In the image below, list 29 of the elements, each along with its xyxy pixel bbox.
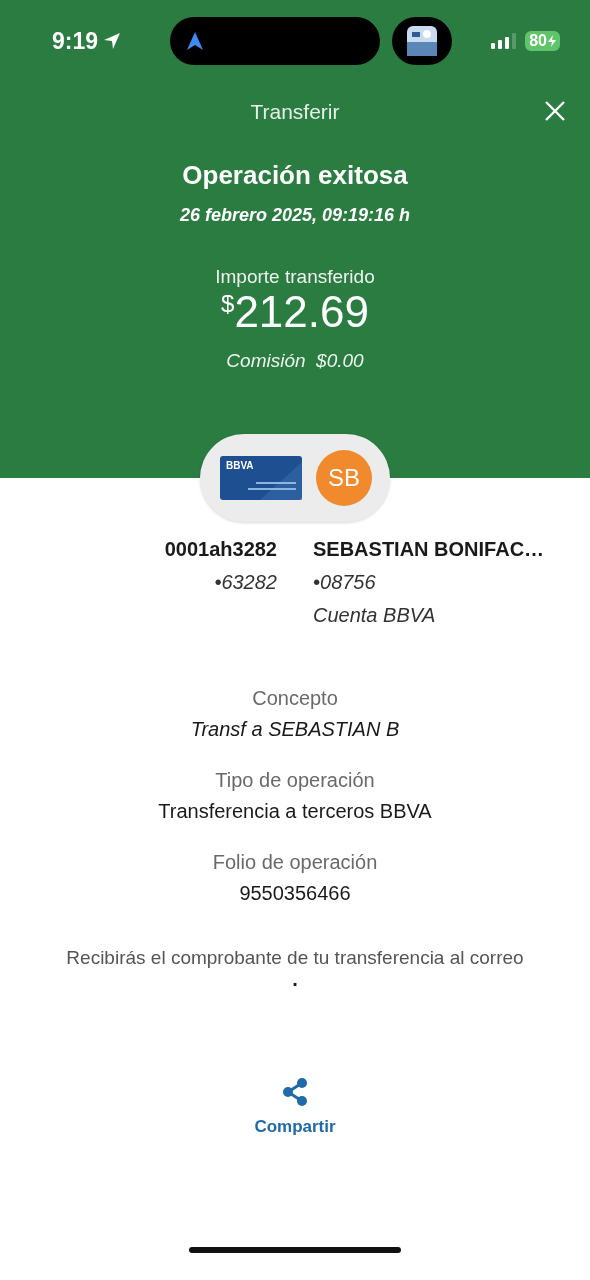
detail-label: Folio de operación	[212, 851, 378, 874]
detail-label: Tipo de operación	[215, 769, 375, 792]
close-icon[interactable]	[544, 100, 566, 122]
operation-date: 26 febrero 2025, 09:19:16 h	[179, 205, 411, 226]
recipient-name: SEBASTIAN BONIFAC…	[313, 538, 545, 561]
signal-icon	[491, 33, 518, 49]
share-icon	[280, 1077, 310, 1107]
commission: Comisión $0.00	[226, 350, 364, 372]
navigation-arrow-icon	[186, 31, 204, 51]
recipient-avatar: SB	[316, 450, 372, 506]
detail-value: Transf a SEBASTIAN B	[190, 718, 400, 741]
location-arrow-icon	[102, 31, 123, 51]
status-time: 9:19	[52, 27, 170, 55]
screen-title: Transferir	[250, 100, 340, 124]
detail-value: 9550356466	[239, 882, 351, 905]
amount: $212.69	[221, 290, 369, 334]
origin-account-number: •63282	[214, 571, 277, 594]
success-title: Operación exitosa	[182, 160, 408, 191]
amount-label: Importe transferido	[215, 266, 375, 288]
email-notice: Recibirás el comprobante de tu transferencia al correo	[65, 947, 525, 969]
share-button[interactable]: Compartir	[254, 1077, 336, 1137]
detail-value: Transferencia a terceros BBVA	[158, 800, 432, 823]
card-icon: BBVA	[220, 456, 302, 500]
detail-label: Concepto	[252, 687, 338, 710]
battery-indicator: 80	[525, 31, 560, 51]
notice-period: .	[291, 969, 299, 989]
recipient-account-number: •08756	[313, 571, 376, 594]
origin-account-name: 0001ah3282	[164, 538, 277, 561]
recipient-account-type: Cuenta BBVA	[313, 604, 436, 627]
